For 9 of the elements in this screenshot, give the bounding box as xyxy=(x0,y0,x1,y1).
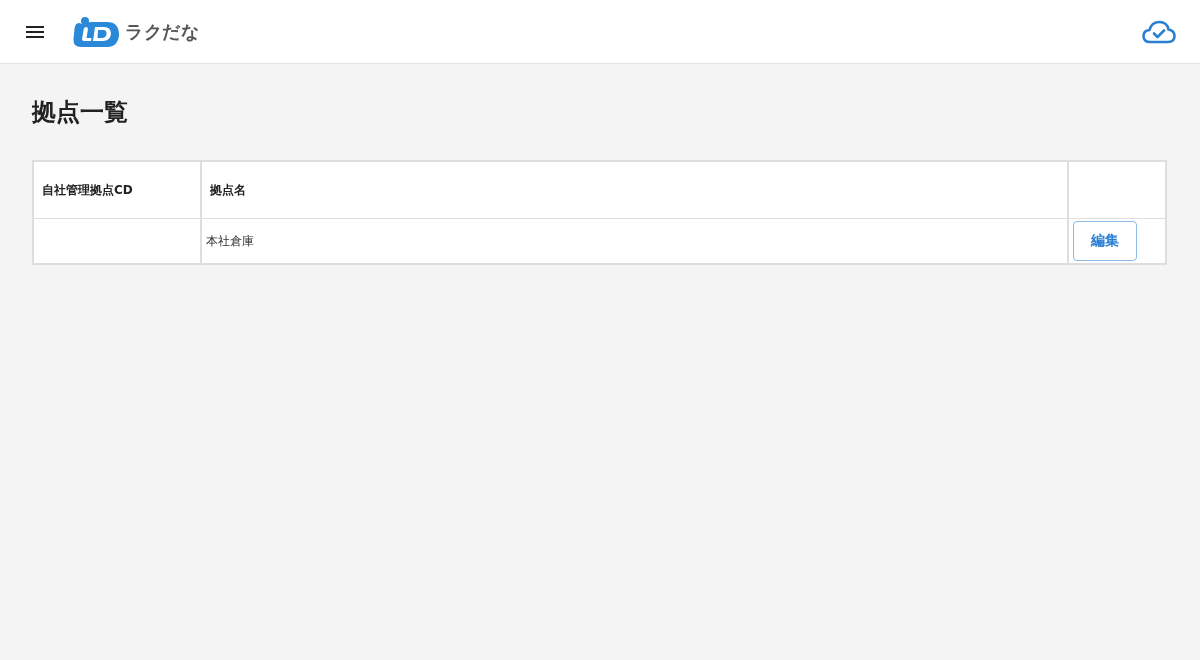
edit-button[interactable]: 編集 xyxy=(1073,221,1137,261)
column-header: 自社管理拠点CD xyxy=(33,161,201,219)
logo-icon xyxy=(73,16,119,47)
page-title: 拠点一覧 xyxy=(32,97,128,128)
table-cell: 本社倉庫 xyxy=(201,218,1068,264)
column-header: 拠点名 xyxy=(201,161,1068,219)
menu-icon xyxy=(26,25,44,38)
logo-text: ラクだな xyxy=(125,19,199,44)
cloud-check-icon[interactable] xyxy=(1142,19,1176,44)
